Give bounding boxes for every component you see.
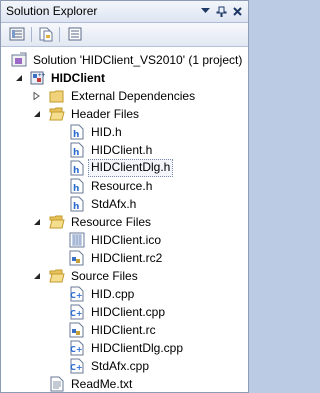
tree-item-label: HIDClient.rc2 <box>91 251 163 265</box>
view-class-diagram-icon[interactable] <box>66 26 84 42</box>
tree-item-label: HIDClient.cpp <box>91 305 166 319</box>
header-file-icon: h <box>69 160 85 176</box>
dropdown-icon[interactable] <box>198 4 212 18</box>
properties-icon[interactable] <box>8 26 26 42</box>
solution-tree: Solution 'HIDClient_VS2010' (1 project) … <box>1 47 248 392</box>
tree-item-file[interactable]: C+ HID.cpp <box>1 285 248 303</box>
tree-item-label: Resource Files <box>71 215 152 229</box>
expand-arrow-icon[interactable] <box>31 90 43 102</box>
solution-icon <box>11 52 27 68</box>
tree-item-label: Header Files <box>71 107 140 121</box>
svg-text:h: h <box>73 130 79 140</box>
tree-item-folder[interactable]: Resource Files <box>1 213 248 231</box>
collapse-arrow-icon[interactable] <box>31 108 43 120</box>
project-icon: ++ <box>29 70 45 86</box>
tree-item-folder[interactable]: Source Files <box>1 267 248 285</box>
tree-item-label: HIDClientDlg.h <box>88 159 174 177</box>
header-file-icon: h <box>69 178 85 194</box>
tree-item-label: HID.cpp <box>91 287 135 301</box>
solution-explorer-panel: Solution Explorer Solution 'HIDClient_VS… <box>0 0 249 393</box>
tree-item-label: HIDClient.h <box>91 143 153 157</box>
tree-item-file[interactable]: HIDClient.rc <box>1 321 248 339</box>
svg-text:h: h <box>73 148 79 158</box>
tree-item-label: StdAfx.h <box>91 197 137 211</box>
tree-item-label: Source Files <box>71 269 138 283</box>
tree-item-label: Resource.h <box>91 179 153 193</box>
tree-item-label: HID.h <box>91 125 122 139</box>
collapse-arrow-icon[interactable] <box>13 72 25 84</box>
header-file-icon: h <box>69 124 85 140</box>
svg-text:h: h <box>73 202 79 212</box>
text-file-icon <box>49 376 65 392</box>
tree-item-file[interactable]: h HID.h <box>1 123 248 141</box>
folder-open-icon <box>49 106 65 122</box>
tree-item-file[interactable]: C+ StdAfx.cpp <box>1 357 248 375</box>
svg-text:h: h <box>73 184 79 194</box>
tree-item-folder[interactable]: Header Files <box>1 105 248 123</box>
tree-item-project[interactable]: ++ HIDClient <box>1 69 248 87</box>
folder-icon <box>49 88 65 104</box>
tree-item-file[interactable]: h HIDClient.h <box>1 141 248 159</box>
tree-item-folder[interactable]: External Dependencies <box>1 87 248 105</box>
svg-text:C+: C+ <box>70 363 83 372</box>
header-file-icon: h <box>69 142 85 158</box>
cpp-file-icon: C+ <box>69 286 85 302</box>
svg-text:h: h <box>73 166 79 176</box>
collapse-arrow-icon[interactable] <box>31 270 43 282</box>
svg-text:C+: C+ <box>70 309 83 318</box>
icon-file-icon <box>69 232 85 248</box>
show-all-files-icon[interactable] <box>37 26 55 42</box>
tree-item-label: HIDClientDlg.cpp <box>91 341 184 355</box>
close-icon[interactable] <box>230 4 244 18</box>
tree-item-label: HIDClient.ico <box>91 233 162 247</box>
tree-item-label: HIDClient <box>51 71 105 85</box>
tree-item-file[interactable]: h Resource.h <box>1 177 248 195</box>
rc-file-icon <box>69 322 85 338</box>
toolbar-separator <box>59 27 60 42</box>
tree-item-label: External Dependencies <box>71 89 196 103</box>
svg-text:++: ++ <box>38 72 45 79</box>
tree-item-label: StdAfx.cpp <box>91 359 150 373</box>
svg-text:C+: C+ <box>70 291 83 300</box>
cpp-file-icon: C+ <box>69 340 85 356</box>
tree-item-label: HIDClient.rc <box>91 323 156 337</box>
tree-item-solution[interactable]: Solution 'HIDClient_VS2010' (1 project) <box>1 51 248 69</box>
folder-open-icon <box>49 214 65 230</box>
tree-item-file[interactable]: h HIDClientDlg.h <box>1 159 248 177</box>
tree-item-file[interactable]: HIDClient.rc2 <box>1 249 248 267</box>
tree-item-label: Solution 'HIDClient_VS2010' (1 project) <box>33 53 243 67</box>
cpp-file-icon: C+ <box>69 358 85 374</box>
panel-title: Solution Explorer <box>6 4 98 18</box>
tree-item-label: ReadMe.txt <box>71 377 133 391</box>
cpp-file-icon: C+ <box>69 304 85 320</box>
toolbar-separator <box>31 27 32 42</box>
panel-titlebar[interactable]: Solution Explorer <box>1 1 248 23</box>
pin-icon[interactable] <box>214 4 228 18</box>
panel-toolbar <box>1 23 248 47</box>
collapse-arrow-icon[interactable] <box>31 216 43 228</box>
header-file-icon: h <box>69 196 85 212</box>
tree-item-file[interactable]: C+ HIDClientDlg.cpp <box>1 339 248 357</box>
tree-item-file[interactable]: C+ HIDClient.cpp <box>1 303 248 321</box>
folder-open-icon <box>49 268 65 284</box>
tree-item-file[interactable]: HIDClient.ico <box>1 231 248 249</box>
tree-item-file[interactable]: h StdAfx.h <box>1 195 248 213</box>
tree-item-file[interactable]: ReadMe.txt <box>1 375 248 392</box>
rc2-file-icon <box>69 250 85 266</box>
svg-text:C+: C+ <box>70 345 83 354</box>
